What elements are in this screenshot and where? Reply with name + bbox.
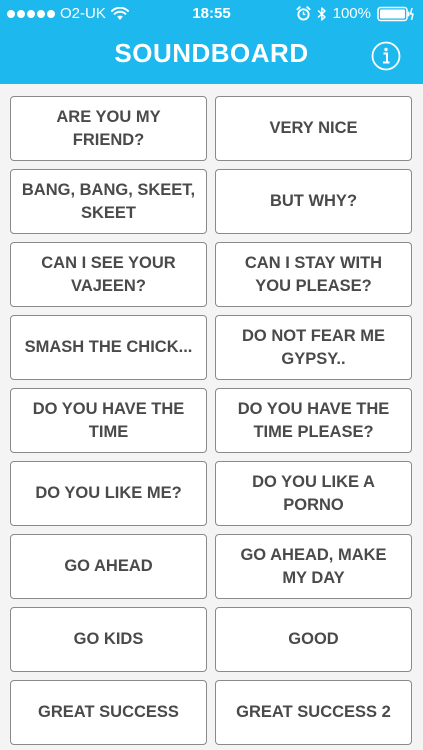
sound-button-go-ahead-make-my-day[interactable]: GO AHEAD, MAKE MY DAY xyxy=(215,534,412,599)
battery-charging-icon xyxy=(377,6,414,21)
sound-button-do-you-like-me[interactable]: DO YOU LIKE ME? xyxy=(10,461,207,526)
nav-bar: SOUNDBOARD xyxy=(0,28,423,84)
top-bar: O2-UK 18:55 100% SOUNDBOARD xyxy=(0,0,423,84)
sound-button-bang-bang-skeet-skeet[interactable]: BANG, BANG, SKEET, SKEET xyxy=(10,169,207,234)
status-right: 100% xyxy=(296,5,415,22)
alarm-icon xyxy=(296,6,311,21)
bluetooth-icon xyxy=(317,6,326,21)
sound-button-are-you-my-friend[interactable]: ARE YOU MY FRIEND? xyxy=(10,96,207,161)
sound-button-very-nice[interactable]: VERY NICE xyxy=(215,96,412,161)
sound-button-go-ahead[interactable]: GO AHEAD xyxy=(10,534,207,599)
sound-button-smash-the-chick[interactable]: SMASH THE CHICK... xyxy=(10,315,207,380)
status-bar: O2-UK 18:55 100% xyxy=(0,0,423,28)
sound-button-great-success-2[interactable]: GREAT SUCCESS 2 xyxy=(215,680,412,745)
sound-button-do-not-fear-me-gypsy[interactable]: DO NOT FEAR ME GYPSY.. xyxy=(215,315,412,380)
sound-button-great-success[interactable]: GREAT SUCCESS xyxy=(10,680,207,745)
sound-button-go-kids[interactable]: GO KIDS xyxy=(10,607,207,672)
info-circle-icon[interactable] xyxy=(371,41,401,71)
sound-button-do-you-like-a-porno[interactable]: DO YOU LIKE A PORNO xyxy=(215,461,412,526)
page-title: SOUNDBOARD xyxy=(114,38,309,68)
soundboard-screen: O2-UK 18:55 100% SOUNDBOARD ARE YOU MY F… xyxy=(0,0,423,750)
sound-button-but-why[interactable]: BUT WHY? xyxy=(215,169,412,234)
sound-button-can-i-stay-with-you-please[interactable]: CAN I STAY WITH YOU PLEASE? xyxy=(215,242,412,307)
sound-button-do-you-have-the-time[interactable]: DO YOU HAVE THE TIME xyxy=(10,388,207,453)
battery-percent: 100% xyxy=(332,5,371,22)
sound-grid: ARE YOU MY FRIEND? VERY NICE BANG, BANG,… xyxy=(10,96,413,745)
sound-button-good[interactable]: GOOD xyxy=(215,607,412,672)
sound-button-do-you-have-the-time-please[interactable]: DO YOU HAVE THE TIME PLEASE? xyxy=(215,388,412,453)
sound-button-can-i-see-your-vajeen[interactable]: CAN I SEE YOUR VAJEEN? xyxy=(10,242,207,307)
